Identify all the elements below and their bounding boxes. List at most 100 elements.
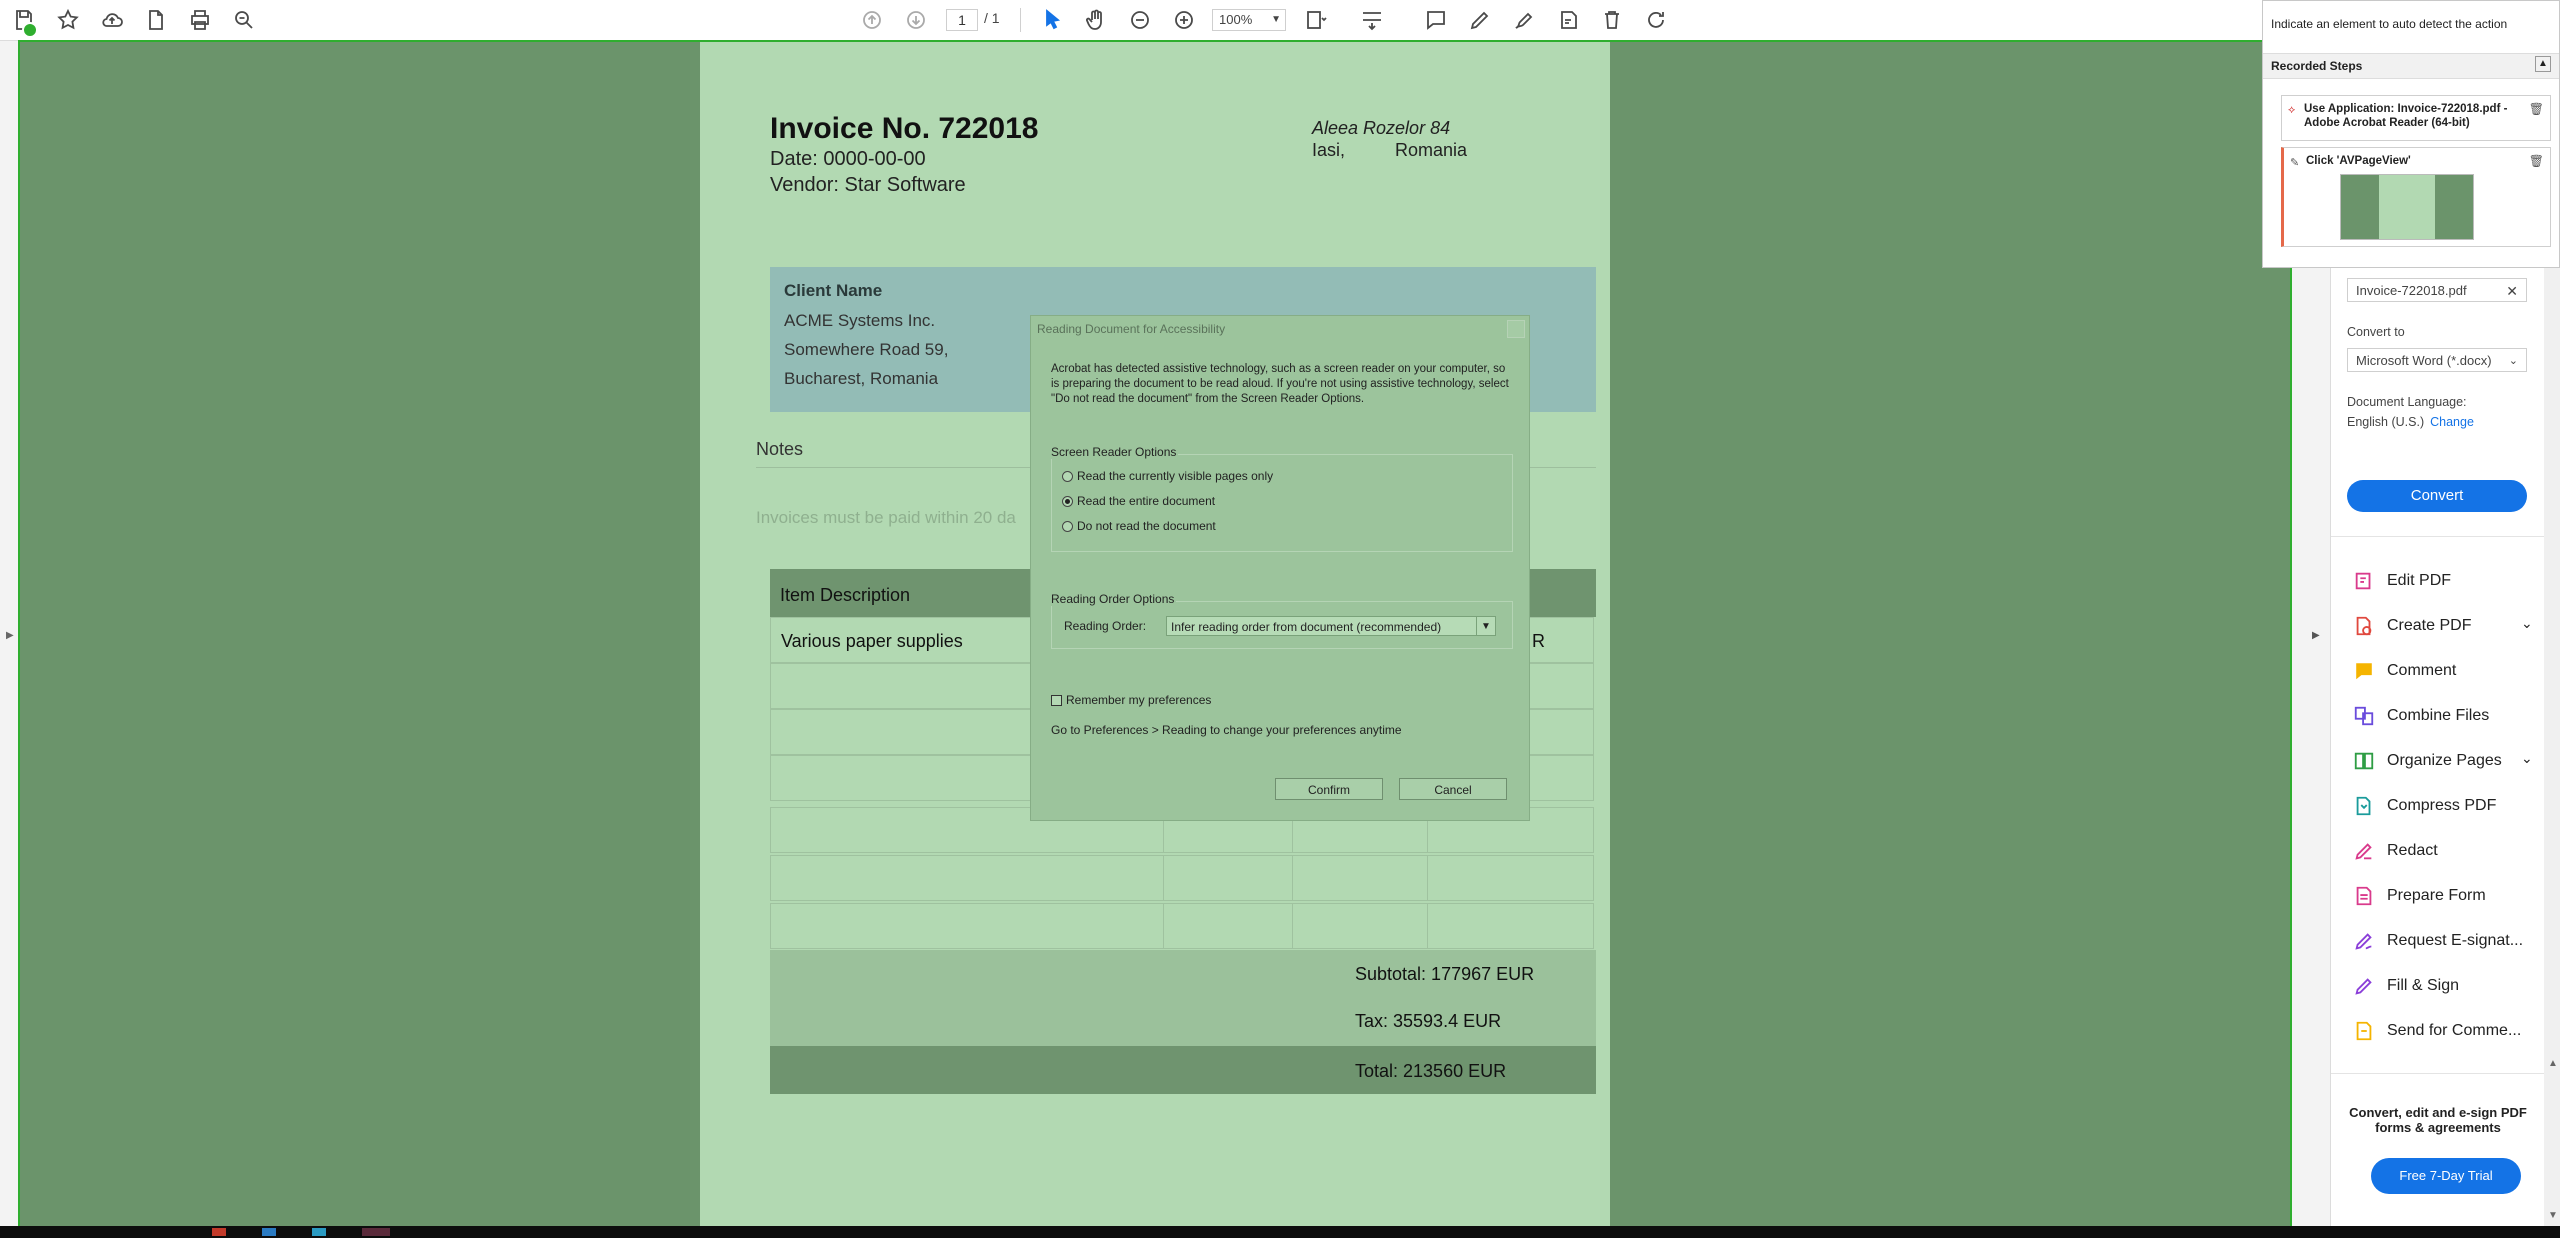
chevron-down-icon[interactable]: ⌄ xyxy=(2521,750,2533,767)
zoom-in-icon[interactable] xyxy=(1170,6,1198,34)
page-number-input[interactable]: 1 xyxy=(946,9,978,31)
close-button[interactable] xyxy=(1507,320,1525,338)
taskbar-app-icon[interactable] xyxy=(262,1228,276,1236)
column-divider xyxy=(1163,904,1164,948)
right-panel-collapse-icon[interactable]: ▶ xyxy=(2312,630,2320,641)
recorded-steps-header[interactable]: Recorded Steps ▲ xyxy=(2263,53,2559,79)
subtotal: Subtotal: 177967 EUR xyxy=(1355,964,1535,984)
invoice-vendor: Vendor: Star Software xyxy=(770,174,966,196)
highlight-pen-icon[interactable] xyxy=(1466,6,1494,34)
confirm-button[interactable]: Confirm xyxy=(1275,778,1383,800)
reading-order-select[interactable]: Infer reading order from document (recom… xyxy=(1166,616,1496,636)
radio-entire-document[interactable]: Read the entire document xyxy=(1062,494,1215,508)
chevron-down-icon: ⌄ xyxy=(2508,355,2518,367)
upload-cloud-icon[interactable] xyxy=(98,6,126,34)
hand-tool-icon[interactable] xyxy=(1082,6,1110,34)
draw-icon[interactable] xyxy=(1510,6,1538,34)
column-divider xyxy=(1163,856,1164,900)
comment-icon[interactable] xyxy=(1422,6,1450,34)
left-panel-toggle-icon[interactable]: ▶ xyxy=(6,630,14,641)
page-total: / 1 xyxy=(984,10,1000,26)
comment-icon xyxy=(2356,663,2372,680)
prev-page-icon[interactable] xyxy=(858,6,886,34)
edit-pdf-icon xyxy=(2355,572,2371,590)
radio-visible-pages[interactable]: Read the currently visible pages only xyxy=(1062,469,1273,483)
print-icon[interactable] xyxy=(186,6,214,34)
select-cursor-icon[interactable] xyxy=(1038,6,1066,34)
tool-edit-pdf[interactable]: Edit PDF xyxy=(2353,567,2451,595)
client-line: ACME Systems Inc. xyxy=(784,311,936,330)
zoom-level-select[interactable]: 100% ▼ xyxy=(1212,9,1286,31)
chevron-up-icon[interactable]: ▲ xyxy=(2535,56,2551,72)
group-label: Reading Order Options xyxy=(1049,592,1177,606)
tool-combine-files[interactable]: Combine Files xyxy=(2353,702,2489,730)
page-fit-icon[interactable] xyxy=(1302,6,1330,34)
remember-preferences-checkbox[interactable]: Remember my preferences xyxy=(1051,693,1211,707)
cancel-button[interactable]: Cancel xyxy=(1399,778,1507,800)
tool-comment[interactable]: Comment xyxy=(2353,657,2456,685)
trash-icon[interactable]: 🗑 xyxy=(2529,102,2544,116)
chevron-down-icon[interactable]: ⌄ xyxy=(2521,615,2533,632)
client-line: Bucharest, Romania xyxy=(784,369,939,388)
invoice-date: Date: 0000-00-00 xyxy=(770,148,926,170)
totals-block: Subtotal: 177967 EUR Tax: 35593.4 EUR xyxy=(770,950,1596,1046)
compress-pdf-icon xyxy=(2356,796,2371,816)
radio-label: Read the currently visible pages only xyxy=(1077,469,1274,483)
taskbar-app-icon[interactable] xyxy=(212,1228,226,1236)
convert-button[interactable]: Convert xyxy=(2347,480,2527,512)
radio-label: Read the entire document xyxy=(1077,494,1216,508)
document-language-label: Document Language: xyxy=(2347,395,2467,409)
stamp-icon[interactable] xyxy=(1554,6,1582,34)
item-amount-fragment: R xyxy=(1532,631,1545,651)
language-text: English (U.S.) xyxy=(2347,415,2425,429)
tool-label: Create PDF xyxy=(2387,617,2472,634)
scroll-mode-icon[interactable] xyxy=(1358,6,1386,34)
tool-request-esignatures[interactable]: Request E-signat... xyxy=(2353,927,2523,955)
tool-prepare-form[interactable]: Prepare Form xyxy=(2353,882,2486,910)
scroll-up-icon[interactable]: ▲ xyxy=(2548,1058,2558,1069)
tool-label: Redact xyxy=(2387,842,2438,859)
convert-to-select[interactable]: Microsoft Word (*.docx) ⌄ xyxy=(2347,348,2527,372)
recorded-step[interactable]: ⟡ Use Application: Invoice-722018.pdf - … xyxy=(2281,95,2551,141)
change-language-link[interactable]: Change xyxy=(2430,415,2474,429)
radio-do-not-read[interactable]: Do not read the document xyxy=(1062,519,1216,533)
column-item-description: Item Description xyxy=(780,585,911,605)
tool-fill-sign[interactable]: Fill & Sign xyxy=(2353,972,2459,1000)
tool-label: Comment xyxy=(2387,662,2457,679)
notes-heading: Notes xyxy=(756,439,804,459)
select-value: Microsoft Word (*.docx) xyxy=(2356,353,2492,368)
tool-create-pdf[interactable]: Create PDF ⌄ xyxy=(2353,612,2533,640)
grand-total-row: Total: 213560 EUR xyxy=(770,1046,1596,1094)
table-row xyxy=(770,903,1594,949)
trash-icon[interactable] xyxy=(1598,6,1626,34)
create-pdf-icon xyxy=(2356,616,2372,636)
combine-files-icon xyxy=(2354,706,2374,726)
column-divider xyxy=(1427,904,1428,948)
file-name-field[interactable]: Invoice-722018.pdf ✕ xyxy=(2347,278,2527,302)
next-page-icon[interactable] xyxy=(902,6,930,34)
scroll-down-icon[interactable]: ▼ xyxy=(2548,1210,2558,1221)
toolbar-divider xyxy=(1020,8,1021,32)
star-icon[interactable] xyxy=(54,6,82,34)
taskbar-app-icon[interactable] xyxy=(312,1228,326,1236)
close-icon[interactable]: ✕ xyxy=(2506,279,2518,303)
file-icon[interactable] xyxy=(142,6,170,34)
recorded-step[interactable]: ✎ Click 'AVPageView' 🗑 xyxy=(2281,147,2551,247)
tool-label: Prepare Form xyxy=(2387,887,2486,904)
tool-organize-pages[interactable]: Organize Pages ⌄ xyxy=(2353,747,2533,775)
vendor-city: Iasi, Romania xyxy=(1312,140,1467,161)
zoom-out-icon[interactable] xyxy=(1126,6,1154,34)
tool-redact[interactable]: Redact xyxy=(2353,837,2438,865)
reading-accessibility-dialog: Reading Document for Accessibility Acrob… xyxy=(1030,315,1530,821)
right-panel-scrollbar[interactable]: ▲ ▼ xyxy=(2544,250,2560,1226)
column-divider xyxy=(1292,856,1293,900)
click-icon: ✎ xyxy=(2290,157,2300,169)
rotate-icon[interactable] xyxy=(1642,6,1670,34)
free-trial-button[interactable]: Free 7-Day Trial xyxy=(2371,1158,2521,1194)
recorder-hint: Indicate an element to auto detect the a… xyxy=(2271,17,2508,31)
tool-compress-pdf[interactable]: Compress PDF xyxy=(2353,792,2496,820)
tool-send-for-comments[interactable]: Send for Comme... xyxy=(2353,1017,2521,1045)
zoom-search-icon[interactable] xyxy=(230,6,258,34)
taskbar-app-icon[interactable] xyxy=(362,1228,390,1236)
trash-icon[interactable]: 🗑 xyxy=(2529,154,2544,168)
